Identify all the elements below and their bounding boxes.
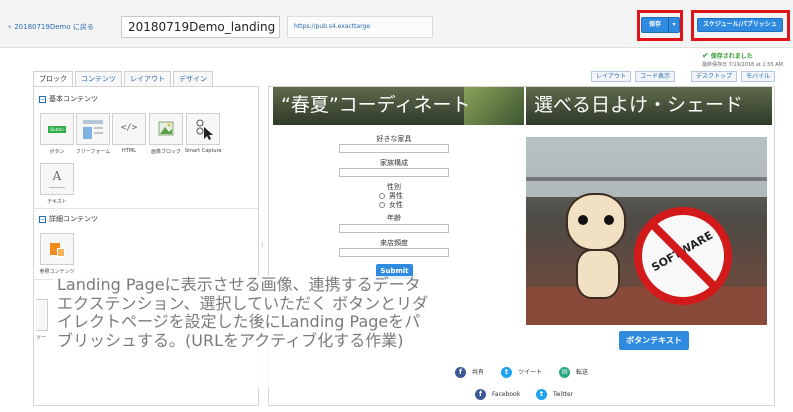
- facebook-icon: f: [455, 367, 466, 378]
- social-tweet[interactable]: t ツイート: [501, 367, 542, 378]
- section-advanced-content[interactable]: − 詳細コンテンツ: [39, 214, 98, 224]
- instruction-overlay: Landing Pageに表示させる画像、連携するデータエクステンション、選択し…: [53, 275, 433, 388]
- layout-view-button[interactable]: レイアウト: [591, 71, 632, 82]
- block-label: ソー: [36, 335, 47, 341]
- block-reference-content[interactable]: 参照コンテンツ: [39, 233, 75, 275]
- form-label: 家族構成: [380, 159, 408, 167]
- social-twitter[interactable]: t Twitter: [536, 389, 573, 400]
- tab-blocks[interactable]: ブロック: [33, 71, 73, 87]
- block-text[interactable]: A テキスト: [39, 163, 75, 205]
- collapse-icon: −: [39, 215, 46, 223]
- image-block-icon: [149, 113, 183, 145]
- editor-toolbar: ‹ 20180719Demo に戻る 20180719Demo_landing h…: [0, 0, 793, 48]
- social-facebook[interactable]: f Facebook: [475, 389, 520, 400]
- cta-button[interactable]: ボタンテキスト: [619, 331, 689, 350]
- form-input-family[interactable]: [339, 168, 449, 177]
- mobile-preview-button[interactable]: モバイル: [741, 71, 776, 82]
- url-field[interactable]: https://pub.s4.exacttarge: [287, 16, 433, 38]
- last-saved-timestamp: 最終保存日 7/19/2018 at 1:55 AM: [702, 62, 783, 68]
- form-input-furniture[interactable]: [339, 144, 449, 153]
- social-label: Twitter: [553, 391, 574, 398]
- block-html[interactable]: </> HTML: [111, 113, 147, 154]
- social-label: ツイート: [518, 369, 543, 376]
- button-block-icon: Button: [40, 113, 74, 145]
- panel-tabs: ブロック コンテンツ レイアウト デザイン: [33, 71, 213, 87]
- form-input-frequency[interactable]: [339, 248, 449, 257]
- block-label: ボタン: [49, 149, 65, 155]
- chevron-left-icon: ‹: [8, 22, 12, 31]
- text-block-icon: A: [40, 163, 74, 195]
- tab-layout[interactable]: レイアウト: [124, 71, 171, 87]
- collapse-icon: −: [39, 95, 46, 103]
- saved-status: ✔ 保存されました: [702, 51, 753, 60]
- text-thumb-glyph: A: [52, 169, 62, 183]
- photo-image-block[interactable]: SOFTWARE: [526, 137, 767, 325]
- hero-banner-right[interactable]: 選べる日よけ・シェード: [526, 87, 772, 125]
- radio-icon: [379, 193, 385, 199]
- hero-right-text: 選べる日よけ・シェード: [534, 94, 744, 116]
- checkmark-icon: ✔: [702, 51, 709, 60]
- partial-block-icon: [36, 299, 48, 331]
- desktop-preview-button[interactable]: デスクトップ: [691, 71, 738, 82]
- section-basic-content[interactable]: − 基本コンテンツ: [39, 94, 98, 104]
- html-thumb-glyph: </>: [120, 123, 138, 133]
- block-label: 画像ブロック: [150, 149, 181, 155]
- no-software-sign-icon: SOFTWARE: [634, 207, 732, 305]
- button-thumb-label: Button: [48, 126, 66, 133]
- block-label: Smart Capture: [185, 148, 222, 154]
- twitter-icon: t: [501, 367, 512, 378]
- mail-icon: ✉: [559, 367, 570, 378]
- block-label: フリーフォーム: [75, 149, 111, 155]
- hero-left-text: “春夏”コーディネート: [281, 94, 471, 116]
- form-label: 好きな家具: [376, 135, 412, 143]
- instruction-caption: Landing Pageに表示させる画像、連携するデータエクステンション、選択し…: [57, 275, 429, 350]
- social-forward[interactable]: ✉ 転送: [559, 367, 588, 378]
- code-view-button[interactable]: コード表示: [635, 71, 676, 82]
- form-label: 年齢: [387, 214, 401, 222]
- block-label: HTML: [122, 148, 136, 154]
- panel-resize-handle[interactable]: ⁞: [261, 240, 266, 250]
- social-label: 共有: [472, 369, 485, 376]
- page-title-input[interactable]: 20180719Demo_landing: [121, 16, 280, 38]
- section-divider: [34, 208, 258, 209]
- twitter-icon: t: [536, 389, 547, 400]
- tab-content[interactable]: コンテンツ: [75, 71, 122, 87]
- block-smart-capture[interactable]: Smart Capture: [185, 113, 222, 154]
- radio-option-female[interactable]: 女性: [379, 200, 403, 210]
- block-button[interactable]: Button ボタン: [39, 113, 75, 155]
- tab-design[interactable]: デザイン: [173, 71, 213, 87]
- social-label: 転送: [576, 369, 589, 376]
- reference-content-icon: [40, 233, 74, 265]
- saved-status-text: 保存されました: [710, 53, 753, 60]
- mascot-head-icon: [566, 193, 626, 251]
- social-share-facebook[interactable]: f 共有: [455, 367, 484, 378]
- block-image[interactable]: 画像ブロック: [148, 113, 184, 155]
- section-basic-label: 基本コンテンツ: [49, 95, 98, 103]
- radio-label: 女性: [389, 201, 403, 209]
- hero-banner-left[interactable]: “春夏”コーディネート: [273, 87, 524, 125]
- block-label: 参照コンテンツ: [39, 269, 75, 275]
- save-highlight-box: [637, 10, 683, 41]
- facebook-icon: f: [475, 389, 486, 400]
- back-link[interactable]: ‹ 20180719Demo に戻る: [8, 22, 94, 32]
- freeform-block-icon: [76, 113, 110, 145]
- form-label: 来店頻度: [380, 239, 408, 247]
- form-input-age[interactable]: [339, 224, 449, 233]
- block-freeform[interactable]: フリーフォーム: [75, 113, 111, 155]
- social-label: Facebook: [492, 391, 521, 398]
- back-link-label: 20180719Demo に戻る: [14, 23, 94, 31]
- block-partial[interactable]: ソー: [36, 299, 50, 341]
- html-code-icon: </>: [112, 113, 146, 145]
- radio-label: 男性: [389, 192, 403, 200]
- section-advanced-label: 詳細コンテンツ: [49, 215, 98, 223]
- radio-icon: [379, 202, 385, 208]
- block-label: テキスト: [47, 199, 67, 205]
- schedule-highlight-box: [691, 10, 790, 41]
- smart-capture-icon: [186, 113, 220, 145]
